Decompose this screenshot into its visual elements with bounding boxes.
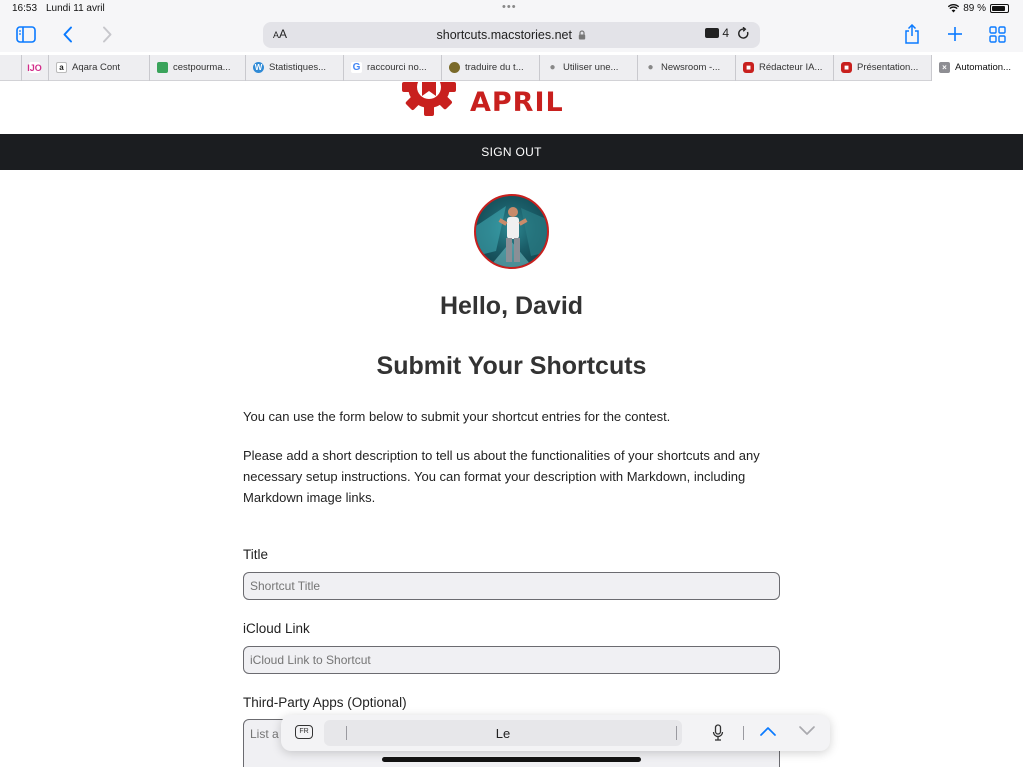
- site-header: APRIL: [0, 82, 1023, 134]
- bookmark-label: traduire du t...: [465, 62, 524, 73]
- todoist-icon: IJO: [27, 62, 42, 73]
- status-date: Lundi 11 avril: [46, 3, 105, 14]
- status-time: 16:53: [12, 3, 38, 14]
- google-icon: G: [351, 62, 362, 73]
- lock-icon: [579, 30, 586, 40]
- multitasking-dots-icon[interactable]: •••: [502, 1, 517, 13]
- url-text: shortcuts.macstories.net: [436, 28, 572, 42]
- avatar: [474, 194, 549, 269]
- page-title: Submit Your Shortcuts: [376, 352, 647, 380]
- keyboard-shortcut-bar: FR Le: [281, 715, 830, 751]
- third-party-apps-label: Third-Party Apps (Optional): [243, 695, 407, 710]
- battery-icon: [990, 4, 1009, 13]
- address-bar[interactable]: AA shortcuts.macstories.net 4: [263, 22, 760, 48]
- back-icon[interactable]: [62, 26, 74, 43]
- toolbar-divider: [743, 726, 744, 740]
- bookmark-label: Newsroom -...: [661, 62, 721, 73]
- title-label: Title: [243, 547, 269, 562]
- reverso-icon: [449, 62, 460, 73]
- bookmark-item[interactable]: ■ Rédacteur IA...: [736, 54, 834, 81]
- bookmark-item[interactable]: ■ Présentation...: [834, 54, 932, 81]
- url-display[interactable]: shortcuts.macstories.net: [263, 28, 760, 42]
- bookmark-label: raccourci no...: [367, 62, 427, 73]
- red-app-icon: ■: [841, 62, 852, 73]
- sign-out-link[interactable]: SIGN OUT: [481, 145, 541, 159]
- bookmark-item[interactable]: G raccourci no...: [344, 54, 442, 81]
- site-logo-text: APRIL: [470, 87, 564, 118]
- language-icon[interactable]: FR: [295, 725, 313, 739]
- icloud-link-input[interactable]: [243, 646, 780, 674]
- status-indicators: 89 %: [948, 3, 1009, 14]
- reload-icon[interactable]: [737, 26, 750, 40]
- green-site-icon: [157, 62, 168, 73]
- bookmark-label: Aqara Cont: [72, 62, 121, 73]
- status-bar: 16:53 Lundi 11 avril ••• 89 %: [0, 0, 1023, 18]
- url-right-controls: 4: [705, 26, 750, 40]
- tabs-count: 4: [722, 26, 729, 40]
- icloud-label: iCloud Link: [243, 621, 310, 636]
- bookmark-item[interactable]: cestpourma...: [150, 54, 246, 81]
- amazon-icon: a: [56, 62, 67, 73]
- suggestion-divider: [676, 726, 677, 740]
- apple-icon: ●: [647, 62, 654, 73]
- bookmark-label: cestpourma...: [173, 62, 231, 73]
- wifi-icon: [948, 4, 960, 13]
- bookmark-item-active[interactable]: × Automation...: [932, 54, 1023, 81]
- tab-overview-icon[interactable]: [989, 26, 1006, 43]
- chevron-down-icon[interactable]: [798, 725, 816, 737]
- bookmarks-bar-start: [0, 54, 22, 81]
- battery-percent: 89 %: [963, 3, 986, 14]
- browser-toolbar: AA shortcuts.macstories.net 4: [0, 18, 1023, 52]
- intro-paragraph: You can use the form below to submit you…: [243, 409, 671, 424]
- bookmark-item[interactable]: traduire du t...: [442, 54, 540, 81]
- bookmark-item[interactable]: a Aqara Cont: [49, 54, 150, 81]
- chevron-up-icon[interactable]: [759, 725, 777, 737]
- bookmark-item[interactable]: ● Utiliser une...: [540, 54, 638, 81]
- home-indicator[interactable]: [382, 757, 641, 762]
- description-paragraph: Please add a short description to tell u…: [243, 448, 760, 505]
- bookmark-item[interactable]: ● Newsroom -...: [638, 54, 736, 81]
- bookmark-item[interactable]: IJO: [22, 54, 49, 81]
- bookmarks-bar: IJO a Aqara Cont cestpourma... W Statist…: [0, 54, 1023, 81]
- sidebar-icon[interactable]: [16, 26, 36, 43]
- microphone-icon[interactable]: [712, 724, 724, 742]
- bookmark-label: Présentation...: [857, 62, 919, 73]
- gear-logo-icon[interactable]: [398, 82, 460, 118]
- tabs-count-button[interactable]: 4: [705, 26, 729, 40]
- share-icon[interactable]: [904, 24, 920, 44]
- web-page: APRIL SIGN OUT Hello, David Submit Your …: [0, 82, 1023, 767]
- greeting-heading: Hello, David: [439, 292, 584, 320]
- suggestion-word[interactable]: Le: [324, 726, 682, 741]
- red-app-icon: ■: [743, 62, 754, 73]
- apple-icon: ●: [549, 62, 556, 73]
- title-input[interactable]: [243, 572, 780, 600]
- bookmark-label: Automation...: [955, 62, 1011, 73]
- avatar-photo: [476, 206, 547, 267]
- close-tab-icon[interactable]: ×: [939, 62, 950, 73]
- bookmark-label: Rédacteur IA...: [759, 62, 823, 73]
- bookmark-label: Utiliser une...: [563, 62, 619, 73]
- forward-icon[interactable]: [101, 26, 113, 43]
- bookmark-label: Statistiques...: [269, 62, 327, 73]
- new-tab-icon[interactable]: [947, 26, 963, 42]
- predictive-text-bar: Le: [324, 720, 682, 746]
- site-nav: SIGN OUT: [0, 134, 1023, 170]
- bookmark-item[interactable]: W Statistiques...: [246, 54, 344, 81]
- wordpress-icon: W: [253, 62, 264, 73]
- tabs-icon: [705, 28, 720, 38]
